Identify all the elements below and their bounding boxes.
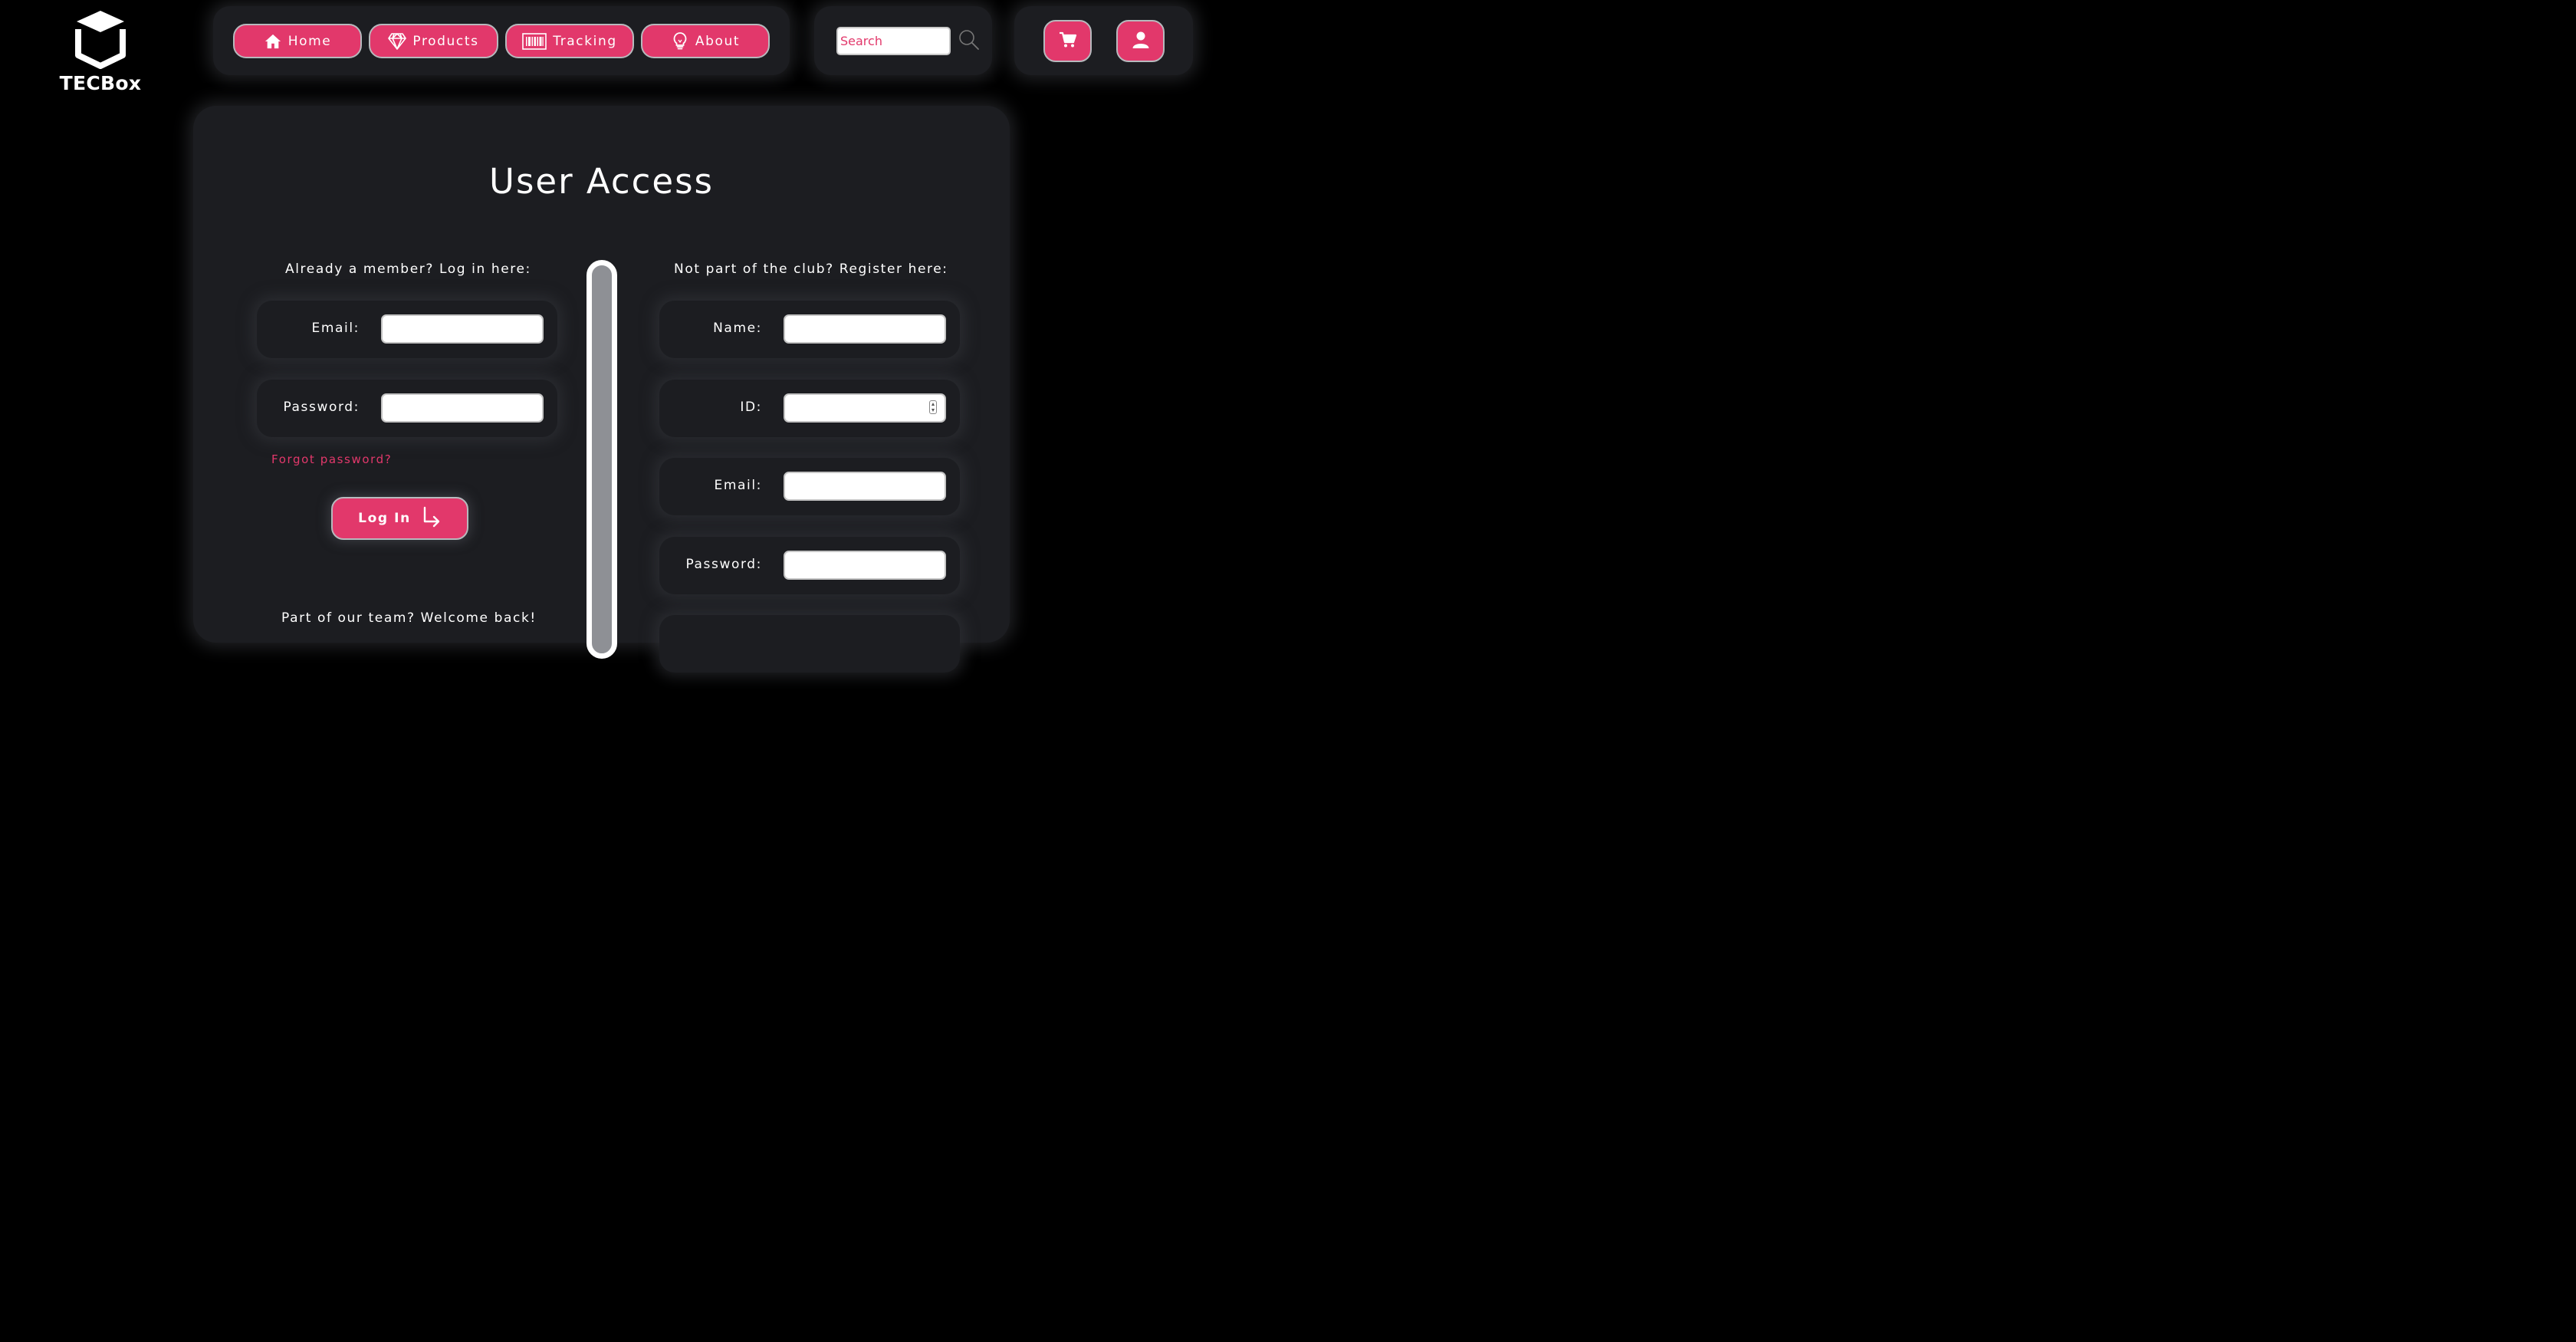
account-button[interactable]	[1116, 20, 1165, 62]
home-icon	[264, 32, 282, 51]
login-password-label: Password:	[283, 400, 360, 415]
search-input[interactable]	[836, 27, 951, 55]
login-button-label: Log In	[358, 511, 411, 526]
login-button[interactable]: Log In	[331, 497, 468, 540]
register-id-label: ID:	[740, 400, 762, 415]
login-password-field[interactable]	[381, 393, 544, 423]
nav-tracking-button[interactable]: Tracking	[505, 24, 634, 58]
search-icon[interactable]	[958, 29, 980, 51]
login-caption: Already a member? Log in here:	[285, 261, 531, 277]
register-caption: Not part of the club? Register here:	[674, 261, 948, 277]
register-name-field[interactable]	[784, 314, 946, 344]
team-caption: Part of our team? Welcome back!	[281, 610, 537, 626]
forgot-password-link[interactable]: Forgot password?	[271, 452, 392, 466]
cart-button[interactable]	[1043, 20, 1092, 62]
diamond-icon	[388, 32, 407, 51]
barcode-icon	[522, 32, 547, 51]
page-title: User Access	[489, 161, 714, 202]
nav-home-button[interactable]: Home	[233, 24, 362, 58]
login-email-field[interactable]	[381, 314, 544, 344]
register-email-field[interactable]	[784, 472, 946, 501]
nav-about-label: About	[695, 33, 741, 49]
register-name-label: Name:	[713, 321, 762, 336]
header-actions	[1014, 6, 1193, 75]
register-next-row	[659, 615, 960, 673]
nav-home-label: Home	[288, 33, 332, 49]
register-password-label: Password:	[685, 557, 762, 572]
nav-about-button[interactable]: About	[641, 24, 770, 58]
register-id-row: ID:	[659, 380, 960, 437]
register-name-row: Name:	[659, 301, 960, 358]
id-stepper-icon[interactable]	[929, 400, 937, 414]
open-box-icon	[75, 11, 126, 69]
brand-logo[interactable]: TECBox	[54, 8, 147, 96]
column-divider	[586, 260, 617, 659]
nav-products-button[interactable]: Products	[369, 24, 498, 58]
user-icon	[1132, 31, 1150, 52]
login-password-row: Password:	[257, 380, 557, 437]
nav-tracking-label: Tracking	[553, 33, 617, 49]
cart-icon	[1059, 31, 1077, 51]
register-password-row: Password:	[659, 537, 960, 594]
nav-products-label: Products	[412, 33, 479, 49]
lightbulb-icon	[671, 31, 689, 51]
login-email-row: Email:	[257, 301, 557, 358]
register-password-field[interactable]	[784, 551, 946, 580]
arrow-down-right-icon	[422, 506, 442, 531]
brand-name: TECBox	[59, 72, 142, 94]
register-email-label: Email:	[714, 478, 762, 493]
register-email-row: Email:	[659, 458, 960, 515]
register-id-field[interactable]	[784, 393, 946, 423]
login-email-label: Email:	[311, 321, 360, 336]
